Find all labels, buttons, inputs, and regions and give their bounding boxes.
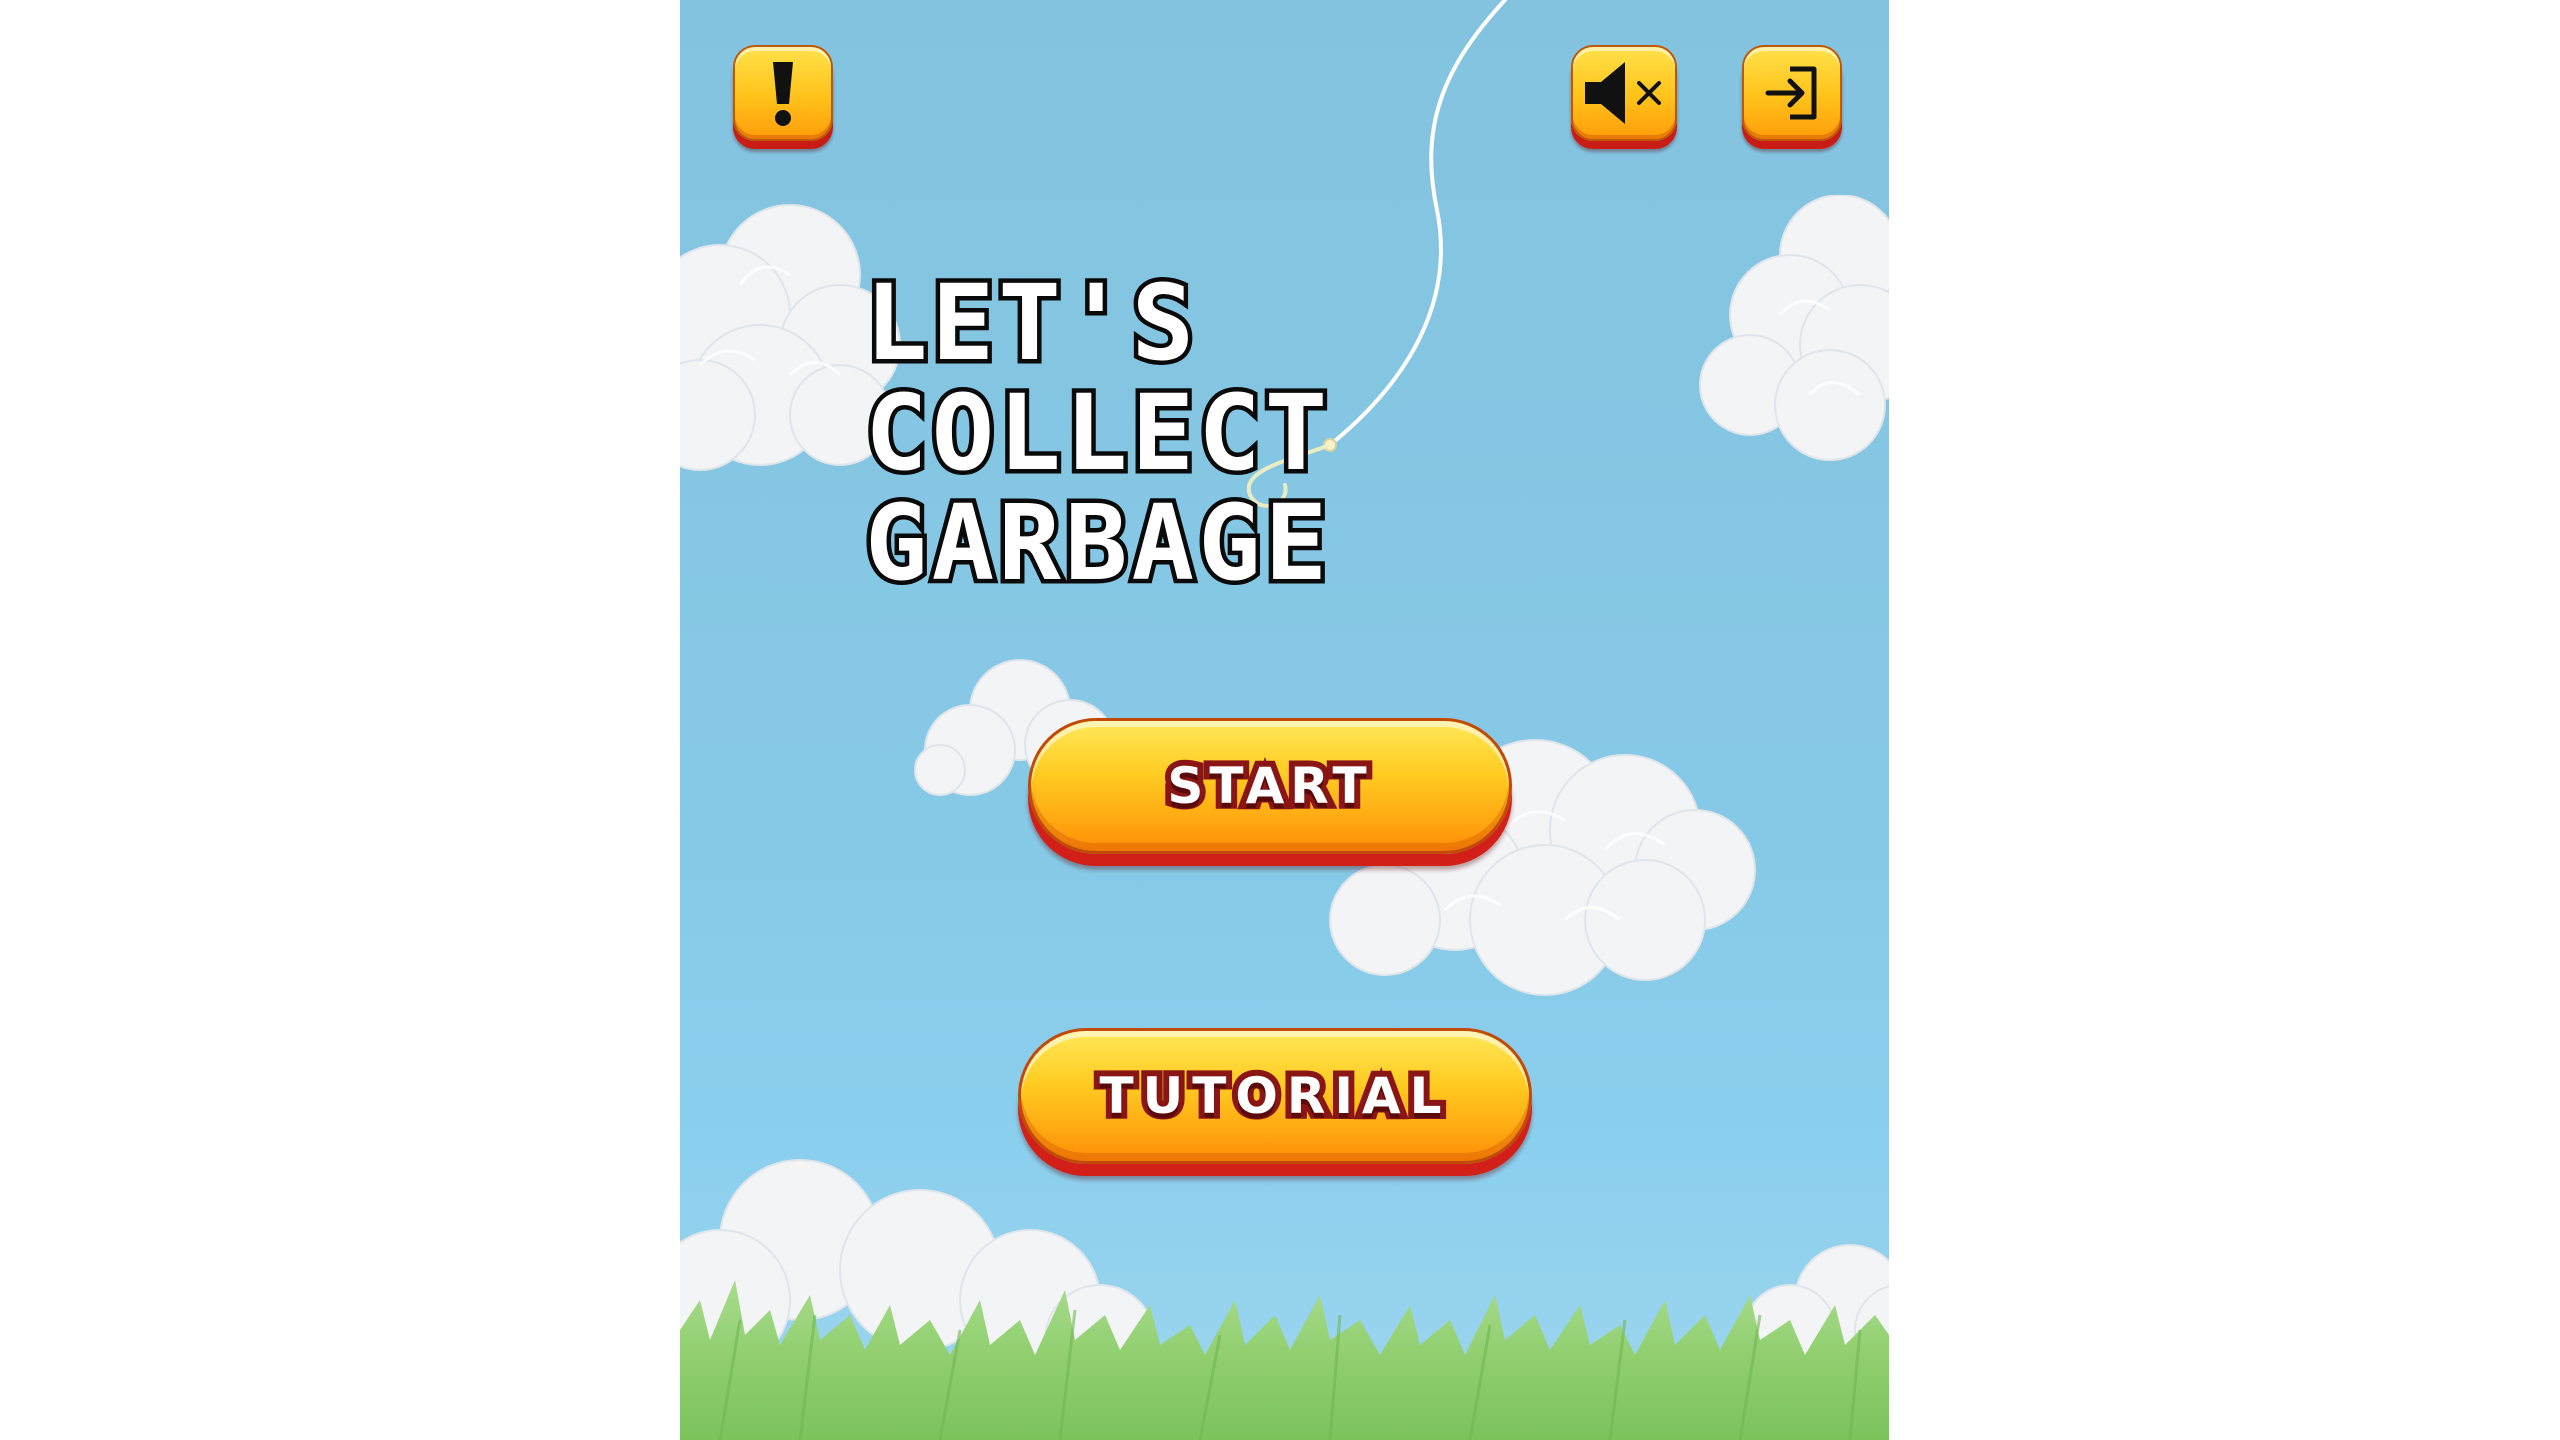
exit-icon <box>1765 66 1817 120</box>
exclamation-icon <box>773 62 793 126</box>
start-button[interactable]: START <box>1028 718 1512 854</box>
game-title: LET'S COLLECT GARBAGE <box>860 262 1332 604</box>
speaker-muted-icon <box>1585 62 1661 124</box>
title-line-2: COLLECT <box>860 372 1332 494</box>
alert-button[interactable] <box>733 45 833 141</box>
title-line-1: LET'S <box>860 262 1199 384</box>
page: LET'S COLLECT GARBAGE START TUTORIAL <box>0 0 2560 1440</box>
start-button-label: START <box>1161 751 1373 821</box>
mute-button[interactable] <box>1571 45 1677 141</box>
tutorial-button-label: TUTORIAL <box>1094 1061 1451 1131</box>
tutorial-button[interactable]: TUTORIAL <box>1018 1028 1532 1164</box>
grass <box>680 1280 1889 1440</box>
title-line-3: GARBAGE <box>860 482 1332 604</box>
exit-button[interactable] <box>1742 45 1842 141</box>
game-screen: LET'S COLLECT GARBAGE START TUTORIAL <box>680 0 1889 1440</box>
